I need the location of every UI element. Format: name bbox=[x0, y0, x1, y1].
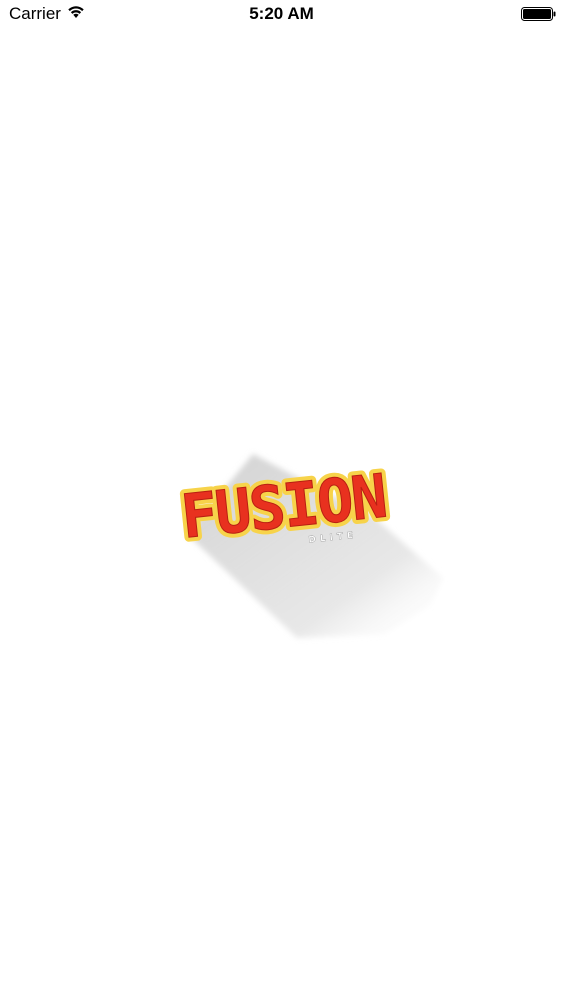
splash-screen: Carrier 5:20 AM FUSION FUSION DLITE bbox=[0, 0, 563, 1000]
battery-icon bbox=[521, 6, 557, 22]
status-time: 5:20 AM bbox=[249, 4, 314, 23]
status-bar: Carrier 5:20 AM bbox=[0, 0, 563, 30]
app-logo: FUSION FUSION DLITE bbox=[175, 438, 455, 658]
